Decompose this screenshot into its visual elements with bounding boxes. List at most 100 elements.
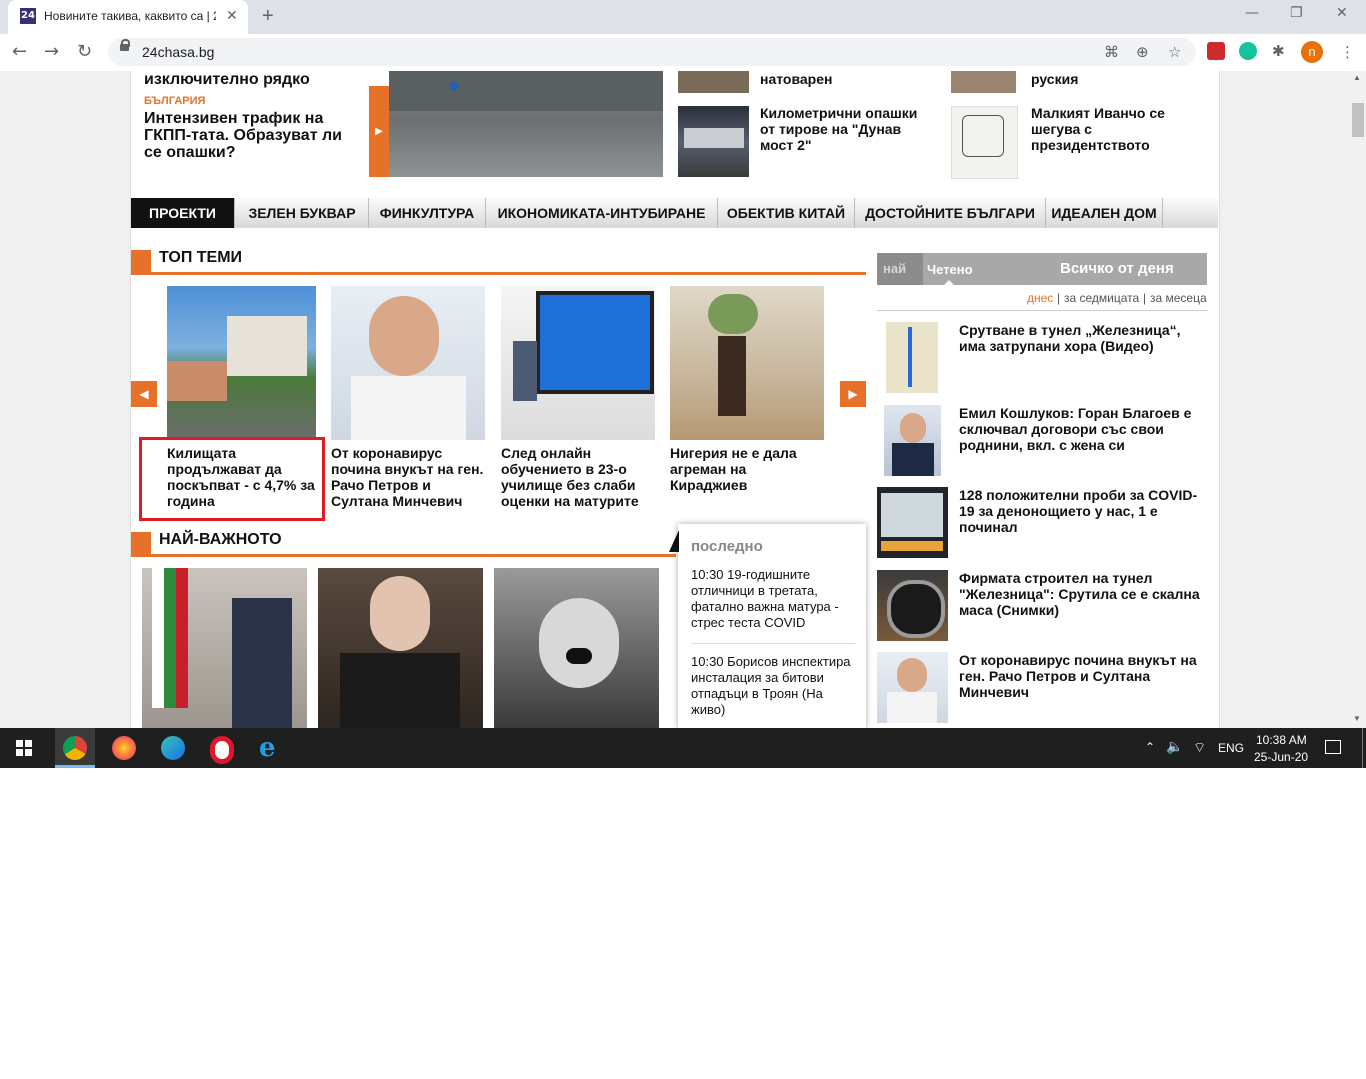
most-read-item-1[interactable]: Срутване в тунел „Железница“, има затруп… [959, 322, 1209, 354]
chrome-active-indicator [55, 765, 95, 768]
most-read-item-3[interactable]: 128 положителни проби за COVID-19 за ден… [959, 487, 1209, 535]
trucks-headline[interactable]: Километрични опашки от тирове на "Дунав … [760, 105, 930, 153]
tab-close-icon[interactable]: ✕ [226, 7, 238, 24]
apartments-image[interactable] [167, 286, 316, 440]
latest-tab-corner [669, 530, 679, 552]
network-icon[interactable]: ⌔ [1193, 739, 1206, 757]
cartoon-thumb[interactable] [951, 106, 1018, 179]
site-favicon-icon: 24 [20, 8, 36, 24]
trucks-thumb[interactable] [678, 106, 749, 177]
zoom-icon[interactable]: ⊕ [1136, 43, 1149, 61]
forward-icon[interactable]: → [44, 41, 59, 62]
category-kicker[interactable]: БЪЛГАРИЯ [144, 95, 205, 107]
canopy-shape [389, 71, 663, 111]
tunnel-thumb[interactable] [877, 570, 948, 641]
partial-headline-mid[interactable]: натоварен [760, 71, 832, 87]
edge-taskbar-icon[interactable] [161, 736, 185, 760]
show-desktop-divider[interactable] [1362, 728, 1363, 768]
reload-icon[interactable]: ↻ [77, 41, 92, 62]
petrov-thumb[interactable] [877, 652, 948, 723]
chrome-taskbar-icon[interactable] [63, 736, 87, 760]
scrollbar-thumb[interactable] [1352, 103, 1364, 137]
back-icon[interactable]: ← [12, 41, 27, 62]
restore-icon[interactable]: ❐ [1290, 5, 1303, 21]
translate-icon[interactable]: ⌘ [1104, 43, 1119, 61]
all-day-label[interactable]: Всичко от деня [1060, 260, 1174, 277]
project-link-zelen-bukvar[interactable]: ЗЕЛЕН БУКВАР [236, 198, 369, 228]
shirt-shape [351, 376, 466, 440]
close-window-icon[interactable]: ✕ [1336, 5, 1348, 21]
project-link-finkultura[interactable]: ФИНКУЛТУРА [369, 198, 486, 228]
windows-start-icon[interactable] [16, 740, 32, 756]
filter-separator-1: | [1057, 291, 1061, 305]
card-title-4[interactable]: Нигерия не е дала агреман на Кираджиев [670, 445, 820, 493]
carousel-prev-button[interactable]: ◀ [131, 381, 157, 407]
main-headline[interactable]: Интензивен трафик на ГКПП-тата. Образува… [144, 110, 364, 161]
scroll-up-icon[interactable]: ▲ [1353, 73, 1361, 82]
extensions-puzzle-icon[interactable]: ✱ [1272, 42, 1285, 60]
scrollbar[interactable] [1350, 71, 1366, 728]
flag-red [176, 568, 188, 708]
partial-headline[interactable]: изключително рядко [144, 71, 310, 89]
firefox-taskbar-icon[interactable] [112, 736, 136, 760]
latest-divider [691, 643, 855, 644]
start-pane [16, 749, 23, 756]
assange-image[interactable] [318, 568, 483, 728]
partial-headline-right[interactable]: руския [1031, 71, 1078, 87]
partial-thumb-right[interactable] [951, 71, 1016, 93]
koshlukov-thumb[interactable] [884, 405, 941, 476]
project-link-ikonomikata[interactable]: ИКОНОМИКАТА-ИНТУБИРАНЕ [486, 198, 718, 228]
face-shape-4 [897, 658, 927, 692]
profile-avatar[interactable]: n [1301, 41, 1323, 63]
elderly-man-image[interactable] [331, 286, 485, 440]
latest-item-1[interactable]: 10:30 19-годишните отличници в третата, … [691, 567, 856, 631]
latest-item-2[interactable]: 10:30 Борисов инспектира инсталация за б… [691, 654, 856, 718]
filter-month[interactable]: за месеца [1150, 291, 1207, 305]
classroom-screen-image[interactable] [501, 286, 655, 440]
cartoon-headline[interactable]: Малкият Иванчо се шегува с президентство… [1031, 105, 1201, 153]
most-read-tab[interactable]: Четено [927, 262, 973, 277]
most-read-item-5[interactable]: От коронавирус почина внукът на ген. Рач… [959, 652, 1209, 700]
ie-taskbar-icon[interactable]: e [259, 733, 276, 763]
dog-nose-shape [566, 648, 592, 664]
card-title-2[interactable]: От коронавирус почина внукът на ген. Рач… [331, 445, 491, 509]
tab-title: Новините такива, каквито са | 24 [44, 9, 216, 23]
new-tab-icon[interactable]: + [262, 5, 274, 28]
volume-icon[interactable]: 🔈 [1166, 739, 1183, 755]
carousel-next-button[interactable]: ▶ [840, 381, 866, 407]
face-shape-3 [900, 413, 926, 443]
covid-map-thumb[interactable] [877, 487, 948, 558]
minimize-icon[interactable]: — [1245, 5, 1259, 21]
clock-time[interactable]: 10:38 AM [1256, 733, 1307, 747]
project-link-obektiv-kitai[interactable]: ОБЕКТИВ КИТАЙ [718, 198, 855, 228]
url-text[interactable]: 24chasa.bg [142, 44, 214, 60]
most-read-item-4[interactable]: Фирмата строител на тунел "Железница": С… [959, 570, 1209, 618]
extension-red-icon[interactable] [1207, 42, 1225, 60]
nigeria-market-image[interactable] [670, 286, 824, 440]
grammarly-icon[interactable] [1239, 42, 1257, 60]
tray-chevron-icon[interactable]: ⌃ [1145, 740, 1155, 754]
projects-label[interactable]: ПРОЕКТИ [131, 198, 235, 228]
most-read-item-2[interactable]: Емил Кошлуков: Горан Благоев е сключвал … [959, 405, 1209, 453]
scroll-down-icon[interactable]: ▼ [1353, 714, 1361, 723]
map-thumb[interactable] [886, 322, 938, 393]
filter-today[interactable]: днес [1027, 291, 1053, 305]
filter-week[interactable]: за седмицата [1064, 291, 1139, 305]
dog-image[interactable] [494, 568, 659, 728]
slider-next-button[interactable]: ▶ [369, 86, 389, 177]
notification-center-icon[interactable] [1325, 740, 1341, 754]
project-link-dostoinite[interactable]: ДОСТОЙНИТЕ БЪЛГАРИ [855, 198, 1046, 228]
start-pane [25, 749, 32, 756]
opera-taskbar-icon[interactable] [210, 736, 234, 764]
bookmark-star-icon[interactable]: ☆ [1168, 43, 1181, 61]
border-crossing-image[interactable] [389, 71, 663, 177]
partial-thumb-mid[interactable] [678, 71, 749, 93]
bundle-shape [708, 294, 758, 334]
ceremony-image[interactable] [142, 568, 307, 728]
address-bar[interactable] [108, 38, 1196, 66]
project-link-idealen-dom[interactable]: ИДЕАЛЕН ДОМ [1046, 198, 1163, 228]
card-title-3[interactable]: След онлайн обучението в 23-о училище бе… [501, 445, 661, 509]
menu-dots-icon[interactable]: ⋮ [1340, 43, 1355, 61]
language-indicator[interactable]: ENG [1218, 741, 1244, 755]
clock-date[interactable]: 25-Jun-20 [1254, 750, 1308, 764]
